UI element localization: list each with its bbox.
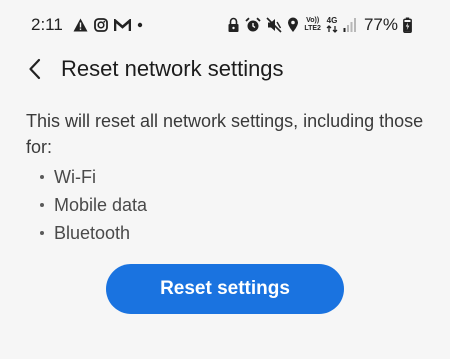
- network-type-label: 4G: [326, 16, 338, 25]
- mute-icon: [266, 17, 282, 33]
- notification-icons: [73, 16, 143, 34]
- location-icon: [287, 17, 299, 33]
- lock-icon: [227, 17, 240, 33]
- signal-icon: [343, 17, 357, 33]
- volte-label-top: Vo)): [306, 17, 320, 24]
- reset-network-settings-screen: 2:11 Vo)) LTE2 4G 77% Reset network sett…: [0, 0, 450, 359]
- 4g-icon: 4G: [326, 17, 338, 33]
- volte-label-bottom: LTE2: [304, 25, 321, 32]
- list-item-bluetooth: Bluetooth: [40, 219, 147, 247]
- bullet: [40, 203, 44, 207]
- instagram-icon: [94, 18, 108, 32]
- list-item-wifi: Wi-Fi: [40, 163, 147, 191]
- status-bar: 2:11 Vo)) LTE2 4G 77%: [0, 0, 450, 48]
- system-icons: Vo)) LTE2 4G 77%: [227, 13, 412, 37]
- chevron-left-icon: [28, 58, 42, 80]
- battery-percent: 77%: [363, 15, 398, 34]
- app-header: Reset network settings: [0, 48, 450, 92]
- bullet: [40, 175, 44, 179]
- bullet: [40, 231, 44, 235]
- gmail-icon: [114, 18, 131, 32]
- list-item-label: Wi-Fi: [54, 167, 96, 187]
- back-button[interactable]: [20, 54, 50, 84]
- warning-icon: [73, 18, 88, 32]
- reset-items-list: Wi-Fi Mobile data Bluetooth: [40, 163, 147, 247]
- page-title: Reset network settings: [61, 56, 284, 81]
- reset-settings-button[interactable]: Reset settings: [106, 264, 344, 314]
- battery-charging-icon: [403, 17, 412, 33]
- volte-icon: Vo)) LTE2: [304, 17, 321, 33]
- list-item-label: Mobile data: [54, 195, 148, 215]
- dot-icon: [137, 22, 143, 28]
- list-item-label: Bluetooth: [54, 223, 131, 243]
- alarm-icon: [245, 17, 261, 33]
- description-text: This will reset all network settings, in…: [26, 111, 424, 157]
- list-item-mobile-data: Mobile data: [40, 191, 147, 219]
- status-time: 2:11: [31, 15, 63, 34]
